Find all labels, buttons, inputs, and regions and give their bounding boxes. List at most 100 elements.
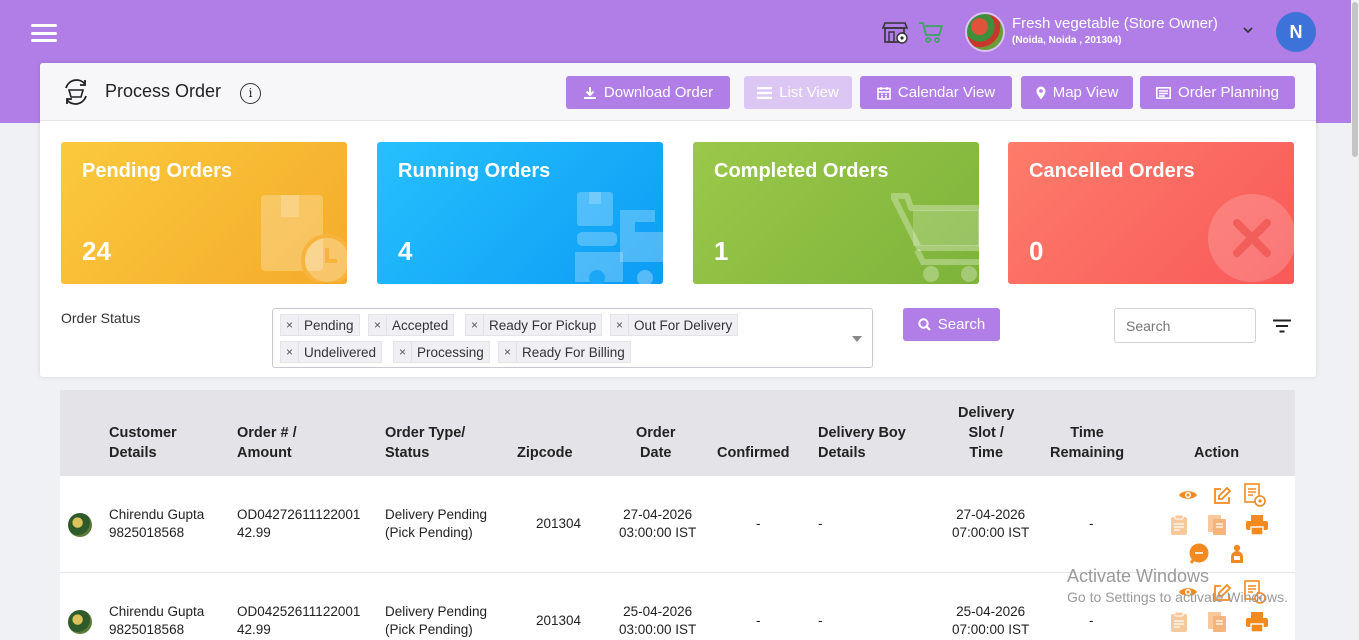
col-delivery-slot: Delivery Slot / Time <box>958 405 1015 461</box>
info-icon[interactable]: i <box>240 83 261 104</box>
remove-chip-icon[interactable]: × <box>394 342 413 362</box>
cancelled-orders-title: Cancelled Orders <box>1029 160 1195 182</box>
order-status-label: Order Status <box>61 310 141 326</box>
table-row[interactable]: Chirendu Gupta 9825018568 OD0425261112200… <box>60 573 1295 640</box>
documents-icon[interactable] <box>1207 514 1229 536</box>
process-order-card: Process Order i Download Order List View… <box>40 63 1316 377</box>
page-scrollbar[interactable] <box>1351 0 1359 640</box>
remove-chip-icon[interactable]: × <box>611 315 630 335</box>
invoice-settings-icon[interactable] <box>1243 579 1267 605</box>
store-avatar[interactable] <box>965 12 1005 52</box>
status-chip-out-for-delivery[interactable]: × Out For Delivery <box>610 314 739 336</box>
clipboard-icon[interactable] <box>1170 611 1188 633</box>
remove-chip-icon[interactable]: × <box>369 315 388 335</box>
edit-icon[interactable] <box>1212 583 1232 603</box>
download-icon <box>583 86 596 99</box>
calendar-view-button[interactable]: Calendar View <box>860 76 1012 109</box>
invoice-settings-icon[interactable] <box>1243 482 1267 508</box>
search-button-label: Search <box>937 316 986 333</box>
order-date: 27-04-2026 03:00:00 IST <box>619 507 697 540</box>
order-status-multiselect[interactable]: × Pending × Accepted × Ready For Pickup × Ou… <box>272 308 873 368</box>
search-button[interactable]: Search <box>903 308 1000 341</box>
remove-chip-icon[interactable]: × <box>281 315 300 335</box>
store-name[interactable]: Fresh vegetable (Store Owner) <box>1012 15 1218 32</box>
list-icon <box>757 86 773 99</box>
card-header: Process Order i Download Order List View… <box>40 63 1316 121</box>
list-view-button[interactable]: List View <box>744 76 852 109</box>
shopping-cart-icon <box>891 193 979 282</box>
col-zipcode: Zipcode <box>517 445 573 461</box>
chat-icon[interactable] <box>1188 543 1210 565</box>
order-date: 25-04-2026 03:00:00 IST <box>619 604 697 637</box>
col-confirmed: Confirmed <box>717 445 790 461</box>
delivery-boy-value: - <box>818 613 823 628</box>
confirmed-value: - <box>756 516 761 531</box>
clipboard-icon[interactable] <box>1170 514 1188 536</box>
view-eye-icon[interactable] <box>1178 585 1198 599</box>
delivery-slot-value: 27-04-2026 07:00:00 IST <box>952 507 1030 540</box>
status-chip-undelivered[interactable]: × Undelivered <box>280 341 383 363</box>
running-orders-title: Running Orders <box>398 160 551 182</box>
remove-chip-icon[interactable]: × <box>466 315 485 335</box>
page-title: Process Order <box>105 81 222 101</box>
map-view-button[interactable]: Map View <box>1021 76 1133 109</box>
order-type-status: Delivery Pending (Pick Pending) <box>385 604 488 637</box>
store-settings-icon[interactable] <box>882 18 910 46</box>
order-number-amount[interactable]: OD04252611122001 42.99 <box>237 603 360 639</box>
order-type-status: Delivery Pending (Pick Pending) <box>385 507 488 540</box>
running-orders-count: 4 <box>398 236 413 266</box>
table-row[interactable]: Chirendu Gupta 9825018568 OD0427261112200… <box>60 476 1295 573</box>
completed-orders-count: 1 <box>714 236 729 266</box>
search-icon <box>918 318 931 331</box>
pending-orders-title: Pending Orders <box>82 160 233 182</box>
pending-orders-count: 24 <box>82 236 111 266</box>
user-avatar[interactable]: N <box>1276 12 1316 52</box>
remove-chip-icon[interactable]: × <box>499 342 518 362</box>
customer-details: Chirendu Gupta 9825018568 <box>109 604 205 637</box>
col-order-amount: Order # / Amount <box>237 425 297 461</box>
delivery-person-icon[interactable] <box>1229 544 1245 564</box>
status-chip-ready-for-billing[interactable]: × Ready For Billing <box>498 341 631 363</box>
time-remaining-value: - <box>1089 516 1094 531</box>
running-orders-card[interactable]: Running Orders 4 <box>377 142 663 284</box>
search-input[interactable] <box>1114 308 1256 343</box>
col-time-remaining: Time Remaining <box>1050 425 1125 461</box>
calendar-icon <box>877 86 891 100</box>
completed-orders-title: Completed Orders <box>714 160 889 182</box>
store-location: (Noida, Noida , 201304) <box>1012 35 1122 46</box>
print-icon[interactable] <box>1245 514 1269 536</box>
download-order-button[interactable]: Download Order <box>566 76 730 109</box>
confirmed-value: - <box>756 613 761 628</box>
zipcode: 201304 <box>536 613 582 628</box>
col-action: Action <box>1194 445 1240 461</box>
process-order-icon <box>65 79 87 105</box>
map-pin-icon <box>1036 86 1046 99</box>
customer-avatar <box>68 610 92 634</box>
edit-icon[interactable] <box>1212 486 1232 506</box>
calendar-view-label: Calendar View <box>897 84 996 101</box>
remove-chip-icon[interactable]: × <box>281 342 300 362</box>
cart-icon[interactable] <box>917 18 945 46</box>
chevron-down-icon[interactable] <box>1242 24 1254 36</box>
order-number-amount[interactable]: OD04272611122001 42.99 <box>237 506 360 542</box>
customer-avatar <box>68 513 92 537</box>
col-order-type-status: Order Type/Status <box>385 425 466 461</box>
order-planning-button[interactable]: Order Planning <box>1140 76 1295 109</box>
pending-orders-card[interactable]: Pending Orders 24 <box>61 142 347 284</box>
status-chip-ready-for-pickup[interactable]: × Ready For Pickup <box>465 314 603 336</box>
dropdown-caret-icon[interactable] <box>852 336 862 342</box>
documents-icon[interactable] <box>1207 611 1229 633</box>
status-chip-processing[interactable]: × Processing <box>393 341 490 363</box>
zipcode: 201304 <box>536 516 582 531</box>
status-chip-accepted[interactable]: × Accepted <box>368 314 455 336</box>
orders-table: Customer Details Order # / Amount Order Ty… <box>60 390 1295 640</box>
completed-orders-card[interactable]: Completed Orders 1 <box>693 142 979 284</box>
cancelled-orders-card[interactable]: Cancelled Orders 0 <box>1008 142 1294 284</box>
view-eye-icon[interactable] <box>1178 488 1198 502</box>
customer-details: Chirendu Gupta 9825018568 <box>109 507 205 540</box>
hamburger-menu-icon[interactable] <box>31 24 57 42</box>
status-chip-pending[interactable]: × Pending <box>280 314 360 336</box>
print-icon[interactable] <box>1245 611 1269 633</box>
cancel-x-icon <box>1208 194 1294 282</box>
filter-icon[interactable] <box>1272 319 1292 333</box>
